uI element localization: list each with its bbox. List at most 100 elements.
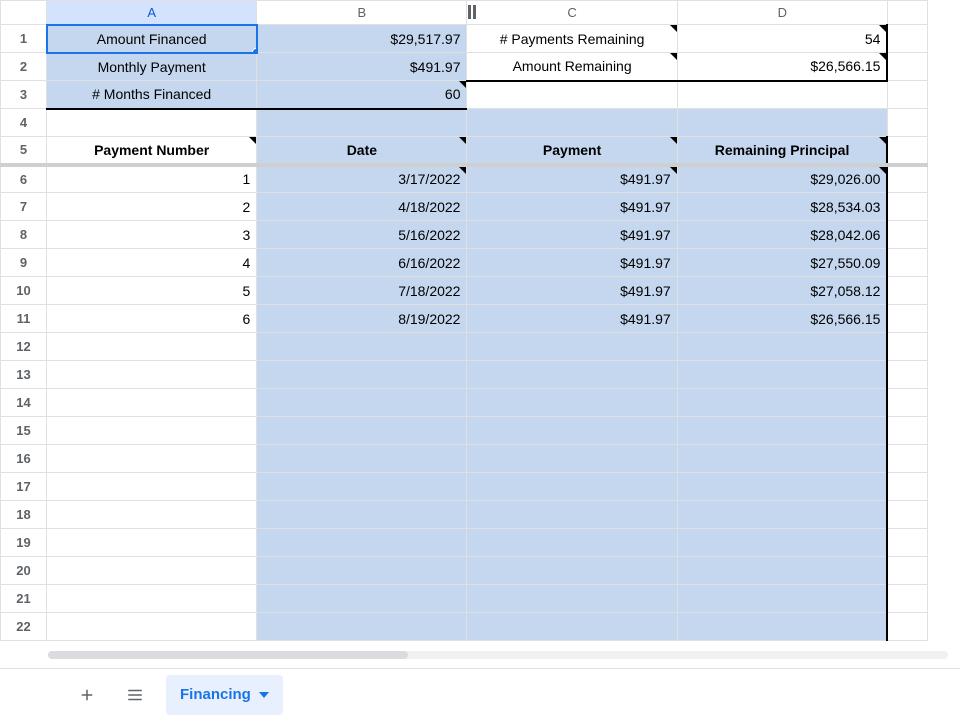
row-header-10[interactable]: 10 [1,277,47,305]
cell-B4[interactable] [257,109,467,137]
cell-B16[interactable] [257,445,467,473]
cell-A5[interactable]: Payment Number [47,137,257,165]
cell-C8[interactable]: $491.97 [467,221,677,249]
sheet-tab-financing[interactable]: Financing [166,675,283,715]
cell-D1[interactable]: 54 [677,25,887,53]
cell-B8[interactable]: 5/16/2022 [257,221,467,249]
cell-A17[interactable] [47,473,257,501]
row-header-13[interactable]: 13 [1,361,47,389]
cell-A13[interactable] [47,361,257,389]
cell-C12[interactable] [467,333,677,361]
cell-C13[interactable] [467,361,677,389]
cell-B12[interactable] [257,333,467,361]
cell-B9[interactable]: 6/16/2022 [257,249,467,277]
col-header-D[interactable]: D [677,1,887,25]
cell-A20[interactable] [47,557,257,585]
select-all-corner[interactable] [1,1,47,25]
cell-A11[interactable]: 6 [47,305,257,333]
col-header-C[interactable]: C [467,1,677,25]
row-header-12[interactable]: 12 [1,333,47,361]
row-header-21[interactable]: 21 [1,585,47,613]
cell-C22[interactable] [467,613,677,641]
cell-A18[interactable] [47,501,257,529]
cell-B15[interactable] [257,417,467,445]
cell-A1[interactable]: Amount Financed [47,25,257,53]
cell-B5[interactable]: Date [257,137,467,165]
cell-E17[interactable] [887,473,927,501]
cell-C7[interactable]: $491.97 [467,193,677,221]
cell-A19[interactable] [47,529,257,557]
cell-D18[interactable] [677,501,887,529]
cell-A4[interactable] [47,109,257,137]
cell-B14[interactable] [257,389,467,417]
cell-E10[interactable] [887,277,927,305]
cell-D12[interactable] [677,333,887,361]
row-header-5[interactable]: 5 [1,137,47,165]
row-header-9[interactable]: 9 [1,249,47,277]
cell-A21[interactable] [47,585,257,613]
spreadsheet-grid[interactable]: A B C D 1 Amount Financed $29,517.97 # P… [0,0,928,641]
cell-A6[interactable]: 1 [47,165,257,193]
cell-E19[interactable] [887,529,927,557]
cell-B6[interactable]: 3/17/2022 [257,165,467,193]
cell-E15[interactable] [887,417,927,445]
cell-B10[interactable]: 7/18/2022 [257,277,467,305]
all-sheets-button[interactable] [118,678,152,712]
cell-A14[interactable] [47,389,257,417]
cell-C21[interactable] [467,585,677,613]
cell-D21[interactable] [677,585,887,613]
row-header-19[interactable]: 19 [1,529,47,557]
cell-A16[interactable] [47,445,257,473]
cell-A8[interactable]: 3 [47,221,257,249]
col-header-extra[interactable] [887,1,927,25]
column-resize-handle-b[interactable] [467,0,477,24]
cell-B2[interactable]: $491.97 [257,53,467,81]
cell-B20[interactable] [257,557,467,585]
row-header-11[interactable]: 11 [1,305,47,333]
cell-A22[interactable] [47,613,257,641]
cell-E20[interactable] [887,557,927,585]
cell-C17[interactable] [467,473,677,501]
cell-B13[interactable] [257,361,467,389]
cell-E14[interactable] [887,389,927,417]
col-header-A[interactable]: A [47,1,257,25]
cell-C11[interactable]: $491.97 [467,305,677,333]
col-header-B[interactable]: B [257,1,467,25]
cell-D13[interactable] [677,361,887,389]
cell-A3[interactable]: # Months Financed [47,81,257,109]
cell-B7[interactable]: 4/18/2022 [257,193,467,221]
cell-C2[interactable]: Amount Remaining [467,53,677,81]
cell-D2[interactable]: $26,566.15 [677,53,887,81]
cell-C18[interactable] [467,501,677,529]
cell-C3[interactable] [467,81,677,109]
cell-D15[interactable] [677,417,887,445]
cell-B18[interactable] [257,501,467,529]
cell-E2[interactable] [887,53,927,81]
cell-E16[interactable] [887,445,927,473]
row-header-4[interactable]: 4 [1,109,47,137]
cell-B22[interactable] [257,613,467,641]
cell-E7[interactable] [887,193,927,221]
row-header-7[interactable]: 7 [1,193,47,221]
horizontal-scrollbar[interactable] [48,650,948,660]
cell-B1[interactable]: $29,517.97 [257,25,467,53]
row-header-2[interactable]: 2 [1,53,47,81]
add-sheet-button[interactable] [70,678,104,712]
cell-C9[interactable]: $491.97 [467,249,677,277]
cell-C15[interactable] [467,417,677,445]
row-header-6[interactable]: 6 [1,165,47,193]
cell-D10[interactable]: $27,058.12 [677,277,887,305]
cell-E12[interactable] [887,333,927,361]
cell-D16[interactable] [677,445,887,473]
cell-E13[interactable] [887,361,927,389]
cell-B17[interactable] [257,473,467,501]
cell-C10[interactable]: $491.97 [467,277,677,305]
row-header-17[interactable]: 17 [1,473,47,501]
cell-D11[interactable]: $26,566.15 [677,305,887,333]
row-header-22[interactable]: 22 [1,613,47,641]
row-header-16[interactable]: 16 [1,445,47,473]
cell-D14[interactable] [677,389,887,417]
cell-E4[interactable] [887,109,927,137]
cell-E11[interactable] [887,305,927,333]
cell-D7[interactable]: $28,534.03 [677,193,887,221]
